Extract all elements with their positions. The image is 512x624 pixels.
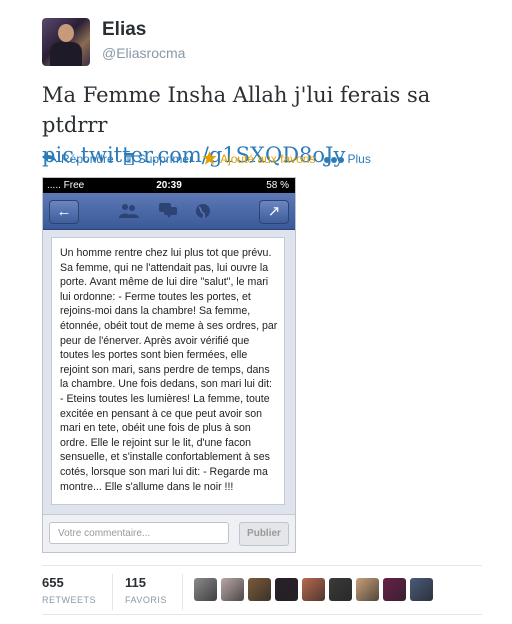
- share-icon[interactable]: ↗: [259, 200, 289, 224]
- favoriter-avatar[interactable]: [221, 578, 244, 601]
- stats-divider-bottom: [42, 614, 482, 615]
- battery-level: 58 %: [266, 180, 289, 191]
- stats-divider-top: [42, 565, 482, 566]
- favoriter-avatar[interactable]: [302, 578, 325, 601]
- avatar-body: [50, 42, 82, 66]
- attached-screenshot[interactable]: ..... Free 20:39 58 % ← ↗ Un homme rentr…: [42, 177, 296, 553]
- reply-icon: [42, 152, 58, 166]
- reply-label: Répondre: [61, 152, 114, 166]
- favoriter-avatar[interactable]: [275, 578, 298, 601]
- back-arrow-icon[interactable]: ←: [49, 200, 79, 224]
- star-icon: [202, 151, 217, 167]
- stat-separator: [112, 574, 113, 610]
- favoriter-avatar[interactable]: [383, 578, 406, 601]
- favoriter-avatar[interactable]: [248, 578, 271, 601]
- favoriter-avatar[interactable]: [329, 578, 352, 601]
- globe-icon[interactable]: [195, 203, 211, 222]
- more-button[interactable]: Plus: [324, 152, 371, 166]
- user-handle[interactable]: @Eliasrocma: [102, 45, 185, 61]
- user-fullname[interactable]: Elias: [102, 19, 146, 41]
- publish-button[interactable]: Publier: [239, 522, 289, 546]
- comment-bar: Votre commentaire... Publier: [43, 514, 295, 552]
- avatar-face: [58, 24, 74, 42]
- favoriter-avatars: [194, 578, 437, 601]
- retweets-label: RETWEETS: [42, 595, 97, 605]
- friends-icon[interactable]: [119, 203, 139, 222]
- tweet-actions: Répondre Supprimer Ajouté aux favoris Pl…: [42, 150, 380, 168]
- facebook-nav-bar: ← ↗: [43, 193, 295, 230]
- more-icon: [324, 152, 345, 166]
- phone-time: 20:39: [156, 180, 182, 191]
- favoriter-avatar[interactable]: [194, 578, 217, 601]
- favoriter-avatar[interactable]: [410, 578, 433, 601]
- phone-status-bar: ..... Free 20:39 58 %: [43, 178, 295, 193]
- retweets-stat[interactable]: 655 RETWEETS: [42, 575, 96, 605]
- favorites-label: FAVORIS: [125, 595, 167, 605]
- reply-button[interactable]: Répondre: [42, 152, 114, 166]
- tweet-body: Ma Femme Insha Allah j'lui ferais sa ptd…: [42, 83, 431, 137]
- stat-separator-2: [182, 574, 183, 610]
- delete-button[interactable]: Supprimer: [123, 152, 193, 167]
- more-label: Plus: [347, 152, 371, 166]
- favorites-count: 115: [125, 575, 146, 590]
- favorite-label: Ajouté aux favoris: [220, 152, 316, 166]
- favorite-button[interactable]: Ajouté aux favoris: [202, 151, 315, 167]
- comment-input[interactable]: Votre commentaire...: [49, 522, 229, 544]
- user-avatar[interactable]: [42, 18, 90, 66]
- retweets-count: 655: [42, 575, 64, 590]
- favoriter-avatar[interactable]: [356, 578, 379, 601]
- delete-label: Supprimer: [137, 152, 194, 166]
- trash-icon: [123, 152, 135, 167]
- post-text: Un homme rentre chez lui plus tot que pr…: [51, 237, 285, 505]
- messages-icon[interactable]: [159, 203, 177, 221]
- favorites-stat[interactable]: 115 FAVORIS: [125, 575, 167, 605]
